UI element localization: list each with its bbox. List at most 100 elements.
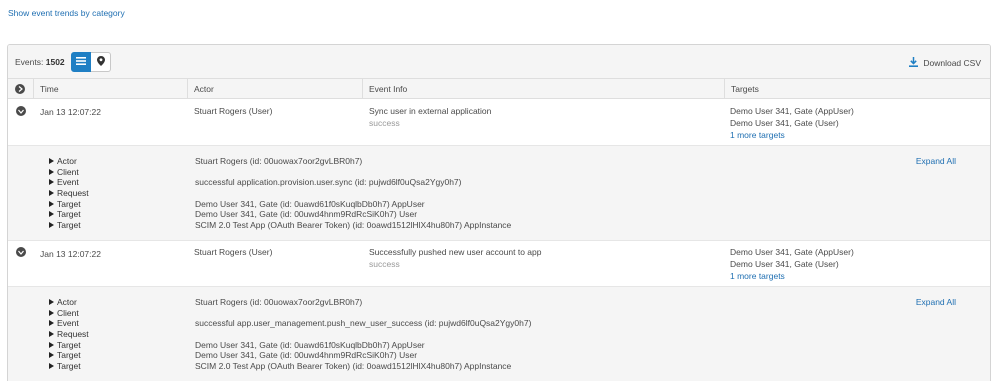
detail-label: Actor bbox=[57, 297, 77, 307]
expand-triangle-icon bbox=[49, 179, 54, 186]
column-header-time[interactable]: Time bbox=[33, 79, 187, 99]
detail-value-actor: Stuart Rogers (id: 00uowax7oor2gvLBR0h7) bbox=[195, 297, 363, 307]
detail-toggle-target[interactable]: Target bbox=[49, 199, 89, 210]
event-target: Demo User 341, Gate (AppUser) bbox=[730, 247, 854, 257]
table-row[interactable]: Jan 13 12:07:22 Stuart Rogers (User) Syn… bbox=[8, 100, 990, 145]
detail-label: Event bbox=[57, 318, 79, 329]
chevron-down-icon bbox=[18, 250, 24, 255]
event-status: success bbox=[369, 118, 400, 128]
table-header: Time Actor Event Info Targets bbox=[8, 79, 990, 99]
detail-label: Actor bbox=[57, 156, 77, 166]
event-time: Jan 13 12:07:22 bbox=[40, 249, 101, 259]
column-header-event-info[interactable]: Event Info bbox=[362, 79, 724, 99]
detail-label: Target bbox=[57, 339, 81, 350]
detail-toggle-client[interactable]: Client bbox=[49, 308, 89, 319]
detail-values: Stuart Rogers (id: 00uowax7oor2gvLBR0h7)… bbox=[195, 297, 531, 372]
detail-toggle-target[interactable]: Target bbox=[49, 350, 89, 361]
detail-label: Target bbox=[57, 350, 81, 361]
more-targets-link[interactable]: 1 more targets bbox=[730, 129, 785, 141]
column-header-actor[interactable]: Actor bbox=[187, 79, 362, 99]
expand-triangle-icon bbox=[49, 341, 54, 348]
expand-triangle-icon bbox=[49, 190, 54, 197]
events-count-value: 1502 bbox=[45, 57, 65, 67]
row-expand-toggle[interactable] bbox=[16, 106, 26, 116]
detail-toggle-target[interactable]: Target bbox=[49, 209, 89, 220]
event-time: Jan 13 12:07:22 bbox=[40, 107, 101, 117]
detail-label: Request bbox=[57, 188, 89, 199]
event-target: Demo User 341, Gate (User) bbox=[730, 259, 839, 269]
detail-toggle-target[interactable]: Target bbox=[49, 220, 89, 231]
detail-label: Event bbox=[57, 177, 79, 188]
detail-toggle-event[interactable]: Event bbox=[49, 177, 89, 188]
detail-label: Target bbox=[57, 361, 81, 372]
detail-labels: Actor Client Event Request Target Target… bbox=[49, 297, 89, 372]
collapse-all-toggle[interactable] bbox=[15, 84, 25, 94]
detail-label: Target bbox=[57, 220, 81, 231]
detail-toggle-actor[interactable]: Actor bbox=[49, 156, 89, 167]
detail-toggle-request[interactable]: Request bbox=[49, 329, 89, 340]
expand-triangle-icon bbox=[49, 158, 54, 164]
expand-triangle-icon bbox=[49, 352, 54, 359]
column-header-targets[interactable]: Targets bbox=[724, 79, 990, 99]
download-csv-button[interactable]: Download CSV bbox=[909, 57, 981, 69]
detail-toggle-request[interactable]: Request bbox=[49, 188, 89, 199]
list-icon bbox=[76, 57, 86, 67]
expand-triangle-icon bbox=[49, 211, 54, 218]
detail-value-target: Demo User 341, Gate (id: 0uawd61f0sKuqlb… bbox=[195, 198, 425, 209]
event-detail-panel: Actor Client Event Request Target Target… bbox=[8, 286, 990, 381]
detail-toggle-client[interactable]: Client bbox=[49, 167, 89, 178]
detail-label: Target bbox=[57, 198, 81, 209]
detail-value-target: Demo User 341, Gate (id: 00uwd4hnm9RdRcS… bbox=[195, 209, 418, 220]
event-title: Sync user in external application bbox=[369, 106, 492, 116]
detail-toggle-actor[interactable]: Actor bbox=[49, 297, 89, 308]
table-row[interactable]: Jan 13 12:07:22 Stuart Rogers (User) Suc… bbox=[8, 241, 990, 286]
detail-label: Target bbox=[57, 209, 81, 220]
event-target: Demo User 341, Gate (User) bbox=[730, 118, 839, 128]
view-toggle bbox=[71, 52, 111, 72]
expand-triangle-icon bbox=[49, 320, 54, 327]
detail-toggle-event[interactable]: Event bbox=[49, 318, 89, 329]
detail-value-target: SCIM 2.0 Test App (OAuth Bearer Token) (… bbox=[195, 220, 512, 231]
event-detail-panel: Actor Client Event Request Target Target… bbox=[8, 145, 990, 241]
detail-toggle-target[interactable]: Target bbox=[49, 361, 89, 372]
detail-value-client bbox=[195, 308, 531, 319]
expand-triangle-icon bbox=[49, 168, 54, 175]
expand-triangle-icon bbox=[49, 222, 54, 229]
download-csv-label: Download CSV bbox=[923, 58, 981, 68]
map-pin-icon bbox=[96, 56, 105, 68]
detail-value-request bbox=[195, 188, 511, 199]
expand-triangle-icon bbox=[49, 299, 54, 305]
download-icon bbox=[909, 57, 919, 69]
detail-label: Client bbox=[57, 166, 79, 177]
event-actor: Stuart Rogers (User) bbox=[194, 247, 273, 257]
events-panel: Events: 1502 Download CSV Time Actor Eve… bbox=[7, 44, 991, 381]
event-status: success bbox=[369, 259, 400, 269]
detail-value-request bbox=[195, 329, 531, 340]
expand-triangle-icon bbox=[49, 200, 54, 207]
detail-value-target: Demo User 341, Gate (id: 00uwd4hnm9RdRcS… bbox=[195, 350, 418, 361]
detail-values: Stuart Rogers (id: 00uowax7oor2gvLBR0h7)… bbox=[195, 156, 511, 231]
detail-value-target: Demo User 341, Gate (id: 0uawd61f0sKuqlb… bbox=[195, 339, 425, 350]
expand-all-link[interactable]: Expand All bbox=[916, 297, 956, 307]
expand-triangle-icon bbox=[49, 309, 54, 316]
detail-value-event: successful application.provision.user.sy… bbox=[195, 177, 462, 188]
detail-value-client bbox=[195, 167, 511, 178]
detail-label: Request bbox=[57, 329, 89, 340]
expand-triangle-icon bbox=[49, 331, 54, 338]
chevron-down-icon bbox=[18, 109, 24, 114]
events-toolbar: Events: 1502 Download CSV bbox=[8, 45, 990, 79]
more-targets-link[interactable]: 1 more targets bbox=[730, 270, 785, 282]
detail-label: Client bbox=[57, 307, 79, 318]
events-count: Events: 1502 bbox=[15, 57, 65, 67]
detail-toggle-target[interactable]: Target bbox=[49, 340, 89, 351]
row-expand-toggle[interactable] bbox=[16, 247, 26, 257]
map-view-button[interactable] bbox=[91, 52, 111, 72]
detail-value-actor: Stuart Rogers (id: 00uowax7oor2gvLBR0h7) bbox=[195, 156, 363, 166]
detail-value-event: successful app.user_management.push_new_… bbox=[195, 318, 532, 329]
event-target: Demo User 341, Gate (AppUser) bbox=[730, 106, 854, 116]
chevron-right-icon bbox=[18, 86, 23, 92]
show-event-trends-link[interactable]: Show event trends by category bbox=[8, 8, 125, 18]
expand-all-link[interactable]: Expand All bbox=[916, 156, 956, 166]
expand-triangle-icon bbox=[49, 363, 54, 370]
list-view-button[interactable] bbox=[71, 52, 91, 72]
